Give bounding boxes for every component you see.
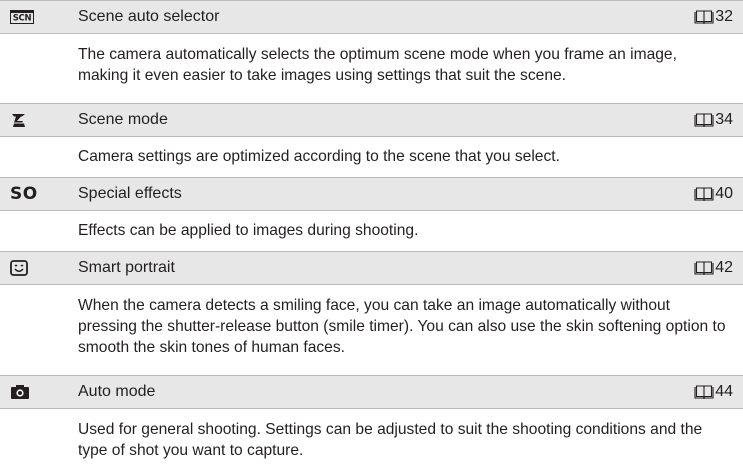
page-number: 40 — [715, 185, 733, 202]
smart-portrait-icon — [0, 260, 78, 276]
page-number: 44 — [715, 383, 733, 400]
page-reference[interactable]: 40 — [694, 186, 743, 202]
auto-mode-icon — [0, 384, 78, 400]
book-reference-icon — [694, 10, 714, 24]
page-number: 42 — [715, 259, 733, 276]
svg-text:SCN: SCN — [13, 14, 32, 24]
book-reference-icon — [694, 187, 714, 201]
page-reference[interactable]: 44 — [694, 384, 743, 400]
mode-name: Scene mode — [78, 111, 168, 128]
page-number: 32 — [715, 8, 733, 25]
scene-mode-icon — [0, 111, 78, 129]
mode-description: When the camera detects a smiling face, … — [78, 297, 726, 356]
book-reference-icon — [694, 385, 714, 399]
mode-description: Camera settings are optimized according … — [78, 148, 560, 165]
mode-name: Auto mode — [78, 383, 156, 400]
mode-row-scene-auto-selector: SCN Scene auto selector 32 — [0, 0, 743, 34]
page-reference[interactable]: 34 — [694, 112, 743, 128]
mode-row-smart-portrait: Smart portrait 42 — [0, 251, 743, 285]
mode-row-scene-mode: Scene mode 34 — [0, 103, 743, 137]
mode-row-special-effects: SO Special effects 40 — [0, 177, 743, 211]
mode-description: Effects can be applied to images during … — [78, 222, 419, 239]
mode-name: Scene auto selector — [78, 8, 220, 25]
mode-description: Used for general shooting. Settings can … — [78, 421, 703, 459]
mode-row-auto-mode: Auto mode 44 — [0, 375, 743, 409]
mode-name: Special effects — [78, 185, 182, 202]
mode-name: Smart portrait — [78, 259, 175, 276]
book-reference-icon — [694, 261, 714, 275]
mode-description: The camera automatically selects the opt… — [78, 46, 677, 84]
scene-auto-selector-icon: SCN — [0, 10, 78, 24]
special-effects-icon-text: SO — [10, 184, 38, 204]
page-reference[interactable]: 32 — [694, 9, 743, 25]
page-number: 34 — [715, 111, 733, 128]
page-reference[interactable]: 42 — [694, 260, 743, 276]
shooting-mode-table: SCN Scene auto selector 32 The camera au… — [0, 0, 743, 464]
special-effects-icon: SO — [0, 184, 78, 204]
book-reference-icon — [694, 113, 714, 127]
